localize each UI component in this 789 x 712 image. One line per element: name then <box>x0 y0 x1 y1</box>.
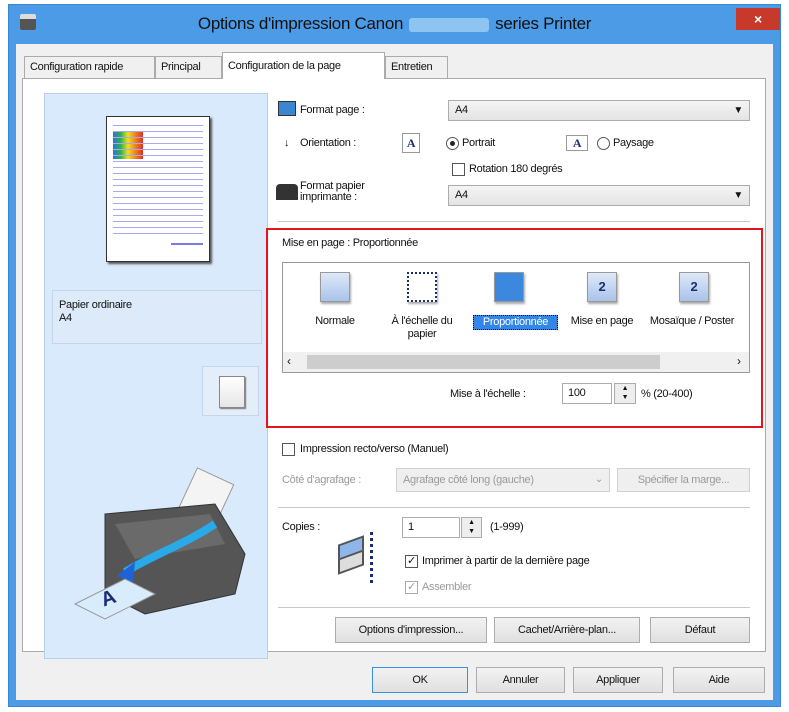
help-button[interactable]: Aide <box>673 667 765 693</box>
layout-fit-label[interactable]: À l'échelle du papier <box>377 315 467 341</box>
divider <box>278 221 750 222</box>
media-type: Papier ordinaire <box>59 299 132 311</box>
chevron-down-icon: ⌄ <box>594 474 603 485</box>
specify-margin-button[interactable]: Spécifier la marge... <box>617 468 750 492</box>
tab-principal[interactable]: Principal <box>155 56 222 78</box>
chevron-down-icon: ▼ <box>733 105 743 116</box>
layout-fit-icon[interactable] <box>407 272 437 302</box>
layout-normal-label[interactable]: Normale <box>290 315 380 328</box>
page-preview <box>106 116 210 262</box>
stamp-background-button[interactable]: Cachet/Arrière-plan... <box>494 617 640 643</box>
title-bar: Options d'impression Canon series Printer… <box>8 4 781 42</box>
scale-input[interactable]: 100 <box>562 383 612 404</box>
reverse-order-checkbox[interactable]: ✓ <box>405 555 418 568</box>
redacted-model <box>409 17 490 32</box>
staple-value: Agrafage côté long (gauche) <box>403 474 534 486</box>
landscape-label[interactable]: Paysage <box>613 137 654 149</box>
layout-poster-icon[interactable]: 2 <box>679 272 709 302</box>
portrait-label[interactable]: Portrait <box>462 137 495 149</box>
preview-panel: Papier ordinaire A4 A <box>44 93 268 659</box>
rotate-180-label[interactable]: Rotation 180 degrés <box>469 163 563 175</box>
apply-button[interactable]: Appliquer <box>573 667 663 693</box>
duplex-checkbox[interactable] <box>282 443 295 456</box>
tab-configuration-rapide[interactable]: Configuration rapide <box>24 56 155 78</box>
tab-entretien[interactable]: Entretien <box>385 56 448 78</box>
copies-stack-icon <box>338 532 373 586</box>
scroll-left-icon[interactable]: ‹ <box>287 354 291 368</box>
cancel-button[interactable]: Annuler <box>476 667 565 693</box>
page-orientation-button[interactable] <box>202 366 259 416</box>
page-size-select[interactable]: A4 ▼ <box>448 100 750 121</box>
layout-page-layout-label[interactable]: Mise en page <box>557 315 647 328</box>
blank-page-icon <box>219 376 245 408</box>
chevron-down-icon: ▼ <box>733 190 743 201</box>
horizontal-scrollbar[interactable]: ‹ › <box>283 352 749 372</box>
layout-page-layout-icon[interactable]: 2 <box>587 272 617 302</box>
staple-label: Côté d'agrafage : <box>282 474 361 486</box>
printer-paper-icon <box>276 184 298 200</box>
printer-illustration: A <box>73 467 246 620</box>
layout-scaled-label[interactable]: Proportionnée <box>473 315 558 330</box>
layout-heading: Mise en page : Proportionnée <box>282 237 418 249</box>
copies-input[interactable]: 1 <box>402 517 460 538</box>
page-size-value: A4 <box>455 104 468 116</box>
printer-paper-value: A4 <box>455 189 468 201</box>
layout-scaled-icon[interactable] <box>494 272 524 302</box>
tab-configuration-page[interactable]: Configuration de la page <box>222 52 385 79</box>
collate-checkbox[interactable]: ✓ <box>405 581 418 594</box>
divider <box>278 607 750 608</box>
scale-spinner[interactable]: ▲ ▼ <box>614 383 636 404</box>
scale-range: % (20-400) <box>641 388 693 400</box>
landscape-radio[interactable] <box>597 137 610 150</box>
printer-paper-label-2: imprimante : <box>300 191 357 203</box>
window-title: Options d'impression Canon series Printer <box>197 14 592 33</box>
media-info-box: Papier ordinaire A4 <box>52 290 262 344</box>
page-size-icon <box>278 101 296 116</box>
copies-spinner[interactable]: ▲ ▼ <box>461 517 482 538</box>
copies-range: (1-999) <box>490 521 524 533</box>
rotate-180-checkbox[interactable] <box>452 163 465 176</box>
reverse-order-label[interactable]: Imprimer à partir de la dernière page <box>422 555 590 567</box>
page-size-label: Format page : <box>300 104 365 116</box>
duplex-label[interactable]: Impression recto/verso (Manuel) <box>300 443 449 455</box>
close-button[interactable]: × <box>736 8 780 30</box>
orientation-label: Orientation : <box>300 137 357 149</box>
scrollbar-thumb[interactable] <box>307 355 660 369</box>
text-lines <box>113 125 203 235</box>
landscape-icon: A <box>566 135 588 151</box>
layout-poster-label[interactable]: Mosaïque / Poster <box>647 315 737 328</box>
collate-label[interactable]: Assembler <box>422 581 472 593</box>
footer-line <box>171 243 203 245</box>
arrow-down-icon: ↓ <box>284 137 290 149</box>
layout-label: Mise en page : <box>282 237 350 249</box>
printer-paper-label: Format papier imprimante : <box>300 181 365 203</box>
media-size: A4 <box>59 312 72 324</box>
ok-button[interactable]: OK <box>372 667 468 693</box>
staple-select[interactable]: Agrafage côté long (gauche) ⌄ <box>396 468 610 492</box>
defaults-button[interactable]: Défaut <box>650 617 750 643</box>
layout-list[interactable]: Normale À l'échelle du papier Proportion… <box>282 262 750 373</box>
scroll-right-icon[interactable]: › <box>737 354 741 368</box>
printer-paper-select[interactable]: A4 ▼ <box>448 185 750 206</box>
layout-normal-icon[interactable] <box>320 272 350 302</box>
scale-label: Mise à l'échelle : <box>450 388 526 400</box>
portrait-icon: A <box>402 133 420 153</box>
divider <box>278 507 750 508</box>
copies-label: Copies : <box>282 521 320 533</box>
print-options-button[interactable]: Options d'impression... <box>335 617 487 643</box>
layout-current: Proportionnée <box>352 237 419 249</box>
portrait-radio[interactable] <box>446 137 459 150</box>
